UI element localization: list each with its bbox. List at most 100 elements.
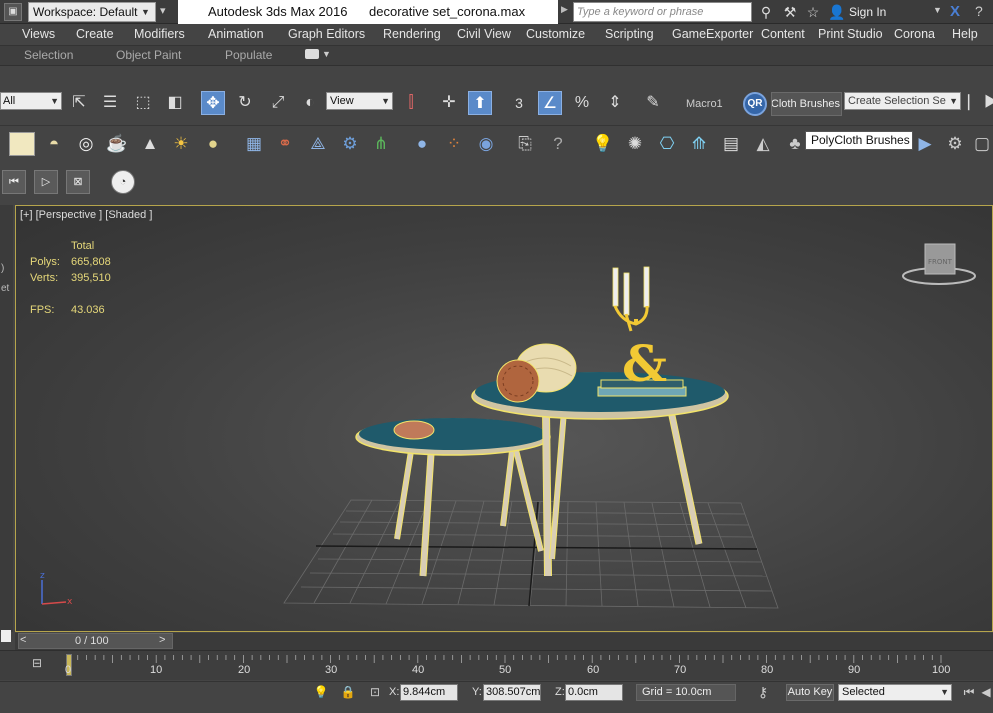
time-slider-next[interactable]: > xyxy=(159,634,165,646)
render-frame-icon[interactable]: ▶ xyxy=(913,132,937,156)
menu-create[interactable]: Create xyxy=(76,27,114,41)
key-icon[interactable]: ⚷ xyxy=(752,684,774,701)
plane-icon[interactable] xyxy=(9,132,35,156)
viewcube[interactable]: FRONT xyxy=(902,243,976,285)
curve-editor-icon[interactable]: ⊟ xyxy=(27,656,47,672)
selection-filter-dropdown[interactable]: All ▼ xyxy=(0,92,62,110)
prev-frame-icon[interactable]: ◀ xyxy=(978,684,993,701)
binoculars-icon[interactable]: ⚲ xyxy=(757,3,775,21)
transform-type-in-icon[interactable]: ⊡ xyxy=(367,684,383,701)
mesh-icon[interactable]: ▦ xyxy=(242,132,266,156)
tab-object-paint[interactable]: Object Paint xyxy=(116,48,181,62)
trackbar[interactable] xyxy=(0,650,993,680)
select-and-move-icon[interactable]: ✥ xyxy=(201,91,225,115)
teapot-icon[interactable]: ☕ xyxy=(105,132,129,156)
key-filter-dropdown[interactable]: Selected ▼ xyxy=(838,684,952,701)
named-selection-set-dropdown[interactable]: Create Selection Se ▼ xyxy=(844,92,961,110)
auto-key-button[interactable]: Auto Key xyxy=(786,684,834,701)
keyboard-shortcut-override-icon[interactable]: ⬆ xyxy=(468,91,492,115)
converter-icon[interactable]: ⎘ xyxy=(513,132,537,156)
help-circle-icon[interactable]: ? xyxy=(546,132,570,156)
corona-logo-icon[interactable]: ◔ xyxy=(111,170,135,194)
sign-in-link[interactable]: Sign In xyxy=(849,5,886,19)
pyramid-icon[interactable]: ⟁ xyxy=(306,132,330,156)
coord-z-field[interactable]: 0.0cm xyxy=(565,684,623,701)
tab-populate[interactable]: Populate xyxy=(225,48,272,62)
subscription-icon[interactable]: ⚒ xyxy=(781,3,799,21)
list-icon[interactable]: ▤ xyxy=(719,132,743,156)
isolate-selection-icon[interactable]: 💡 xyxy=(313,684,329,701)
polycloth-brushes-button[interactable]: PolyCloth Brushes xyxy=(771,92,842,116)
scatter-icon[interactable]: ⟰ xyxy=(687,132,711,156)
menu-help[interactable]: Help xyxy=(952,27,978,41)
pivot-center-icon[interactable]: ⫿ xyxy=(399,91,423,115)
network-icon[interactable]: ⚙ xyxy=(943,132,967,156)
menu-views[interactable]: Views xyxy=(22,27,55,41)
hemisphere-icon[interactable]: ◓ xyxy=(42,132,66,156)
cone-icon[interactable]: ▲ xyxy=(138,132,162,156)
menu-corona[interactable]: Corona xyxy=(894,27,935,41)
coord-x-field[interactable]: 9.844cm xyxy=(400,684,458,701)
menu-rendering[interactable]: Rendering xyxy=(383,27,441,41)
material-sphere-icon[interactable]: ● xyxy=(410,132,434,156)
select-object-icon[interactable]: ⇱ xyxy=(67,91,91,115)
coord-y-field[interactable]: 308.507cm xyxy=(483,684,541,701)
workspace-dropdown[interactable]: Workspace: Default ▼ xyxy=(28,2,156,22)
mirror-icon[interactable]: ⎸▶ xyxy=(968,91,993,115)
search-expand-icon[interactable]: ▶ xyxy=(561,4,571,20)
select-by-name-icon[interactable]: ☰ xyxy=(98,91,122,115)
lock-icon[interactable]: 🔒 xyxy=(340,684,356,701)
panel-icon[interactable]: ▢ xyxy=(970,132,993,156)
menu-civil-view[interactable]: Civil View xyxy=(457,27,511,41)
quick-access-overflow-icon[interactable]: ▾ xyxy=(160,4,176,20)
menu-graph-editors[interactable]: Graph Editors xyxy=(288,27,365,41)
menu-modifiers[interactable]: Modifiers xyxy=(134,27,185,41)
chevron-down-icon[interactable]: ▼ xyxy=(933,5,942,15)
help-icon[interactable]: ? xyxy=(975,3,983,19)
camera-icon[interactable]: ⎔ xyxy=(655,132,679,156)
render-setup-icon[interactable]: ◉ xyxy=(474,132,498,156)
select-and-scale-icon[interactable]: ⤢ xyxy=(266,91,290,115)
menu-content[interactable]: Content xyxy=(761,27,805,41)
edit-named-selection-icon[interactable]: ✎ xyxy=(641,91,665,115)
anim-prev-icon[interactable]: ⏮ xyxy=(2,170,26,194)
grass-icon[interactable]: ⋔ xyxy=(369,132,393,156)
window-crossing-icon[interactable]: ◧ xyxy=(163,91,187,115)
select-manipulate-icon[interactable]: ✛ xyxy=(437,91,461,115)
ribbon-options-icon[interactable] xyxy=(305,49,319,59)
percent-snap-icon[interactable]: % xyxy=(570,91,594,115)
material-editor-icon[interactable]: ⁘ xyxy=(442,132,466,156)
select-and-rotate-icon[interactable]: ↻ xyxy=(233,91,257,115)
light-sun-icon[interactable]: ✺ xyxy=(623,132,647,156)
quad-remesher-icon[interactable]: QR xyxy=(743,92,767,116)
snaps-toggle-icon[interactable]: 3 xyxy=(507,91,531,115)
spinner-snap-icon[interactable]: ⇕ xyxy=(603,91,627,115)
exchange-apps-icon[interactable]: X xyxy=(950,3,960,20)
sphere-icon[interactable]: ◎ xyxy=(74,132,98,156)
app-menu-icon[interactable]: ▣ xyxy=(4,3,22,21)
select-and-place-icon[interactable]: ◐ xyxy=(298,91,322,115)
user-icon[interactable]: 👤 xyxy=(828,3,846,21)
light-bulb-icon[interactable]: 💡 xyxy=(591,132,615,156)
menu-gameexporter[interactable]: GameExporter xyxy=(672,27,753,41)
star-icon[interactable]: ☆ xyxy=(804,3,822,21)
macro-label[interactable]: Macro1 xyxy=(686,98,723,110)
anim-play-icon[interactable]: ▷ xyxy=(34,170,58,194)
menu-customize[interactable]: Customize xyxy=(526,27,585,41)
viewport-label[interactable]: [+] [Perspective ] [Shaded ] xyxy=(20,209,152,221)
gear-icon[interactable]: ⚙ xyxy=(338,132,362,156)
ball-icon[interactable]: ● xyxy=(201,132,225,156)
perspective-viewport[interactable]: & FRONT z x xyxy=(15,205,993,632)
go-to-start-icon[interactable]: ⏮ xyxy=(961,684,977,701)
proxy-icon[interactable]: ◭ xyxy=(751,132,775,156)
rectangular-selection-icon[interactable]: ⬚ xyxy=(131,91,155,115)
search-input[interactable]: Type a keyword or phrase xyxy=(573,2,752,22)
tab-selection[interactable]: Selection xyxy=(24,48,73,62)
time-slider-prev[interactable]: < xyxy=(20,634,26,646)
menu-animation[interactable]: Animation xyxy=(208,27,264,41)
anim-stop-icon[interactable]: ⊠ xyxy=(66,170,90,194)
angle-snap-icon[interactable]: ∠ xyxy=(538,91,562,115)
sun-icon[interactable]: ☀ xyxy=(169,132,193,156)
menu-print-studio[interactable]: Print Studio xyxy=(818,27,883,41)
tree-icon[interactable]: ♣ xyxy=(783,132,807,156)
